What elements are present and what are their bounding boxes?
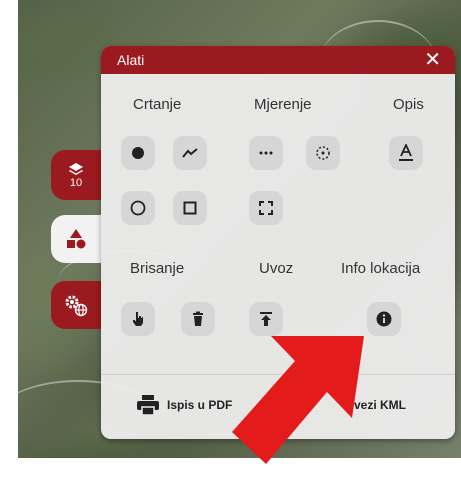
annotation-arrow-icon: [232, 336, 364, 464]
